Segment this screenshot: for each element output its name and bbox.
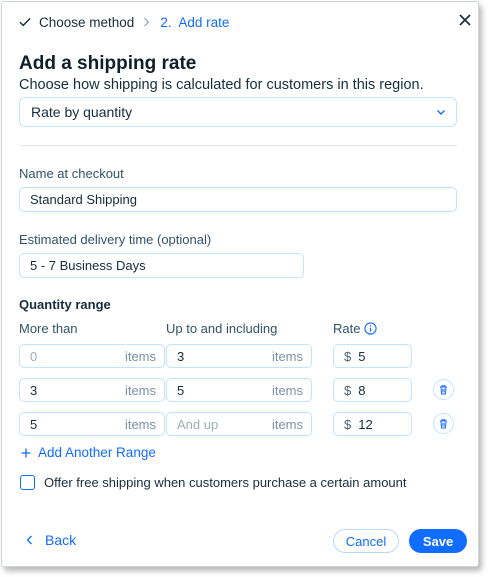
calculation-method-value: Rate by quantity bbox=[31, 104, 133, 120]
back-button-label: Back bbox=[45, 532, 77, 548]
free-shipping-option: Offer free shipping when customers purch… bbox=[20, 475, 407, 490]
delivery-time-label: Estimated delivery time (optional) bbox=[19, 232, 212, 247]
add-shipping-rate-dialog: Choose method 2. Add rate Add a shipping… bbox=[1, 1, 479, 567]
column-header-more-than: More than bbox=[19, 321, 78, 336]
range-row-3-more-than-input[interactable]: 5 items bbox=[19, 412, 165, 436]
trash-icon bbox=[440, 385, 447, 395]
name-at-checkout-label: Name at checkout bbox=[19, 166, 124, 181]
range-row-2-up-to-unit: items bbox=[271, 383, 303, 398]
cancel-button[interactable]: Cancel bbox=[333, 529, 399, 553]
range-row-2-currency: $ bbox=[344, 382, 352, 398]
section-divider bbox=[19, 145, 457, 146]
quantity-range-heading: Quantity range bbox=[19, 297, 111, 312]
breadcrumb: Choose method 2. Add rate bbox=[19, 14, 229, 30]
range-row-3-currency: $ bbox=[344, 416, 352, 432]
range-row-3-up-to-input[interactable]: And up items bbox=[166, 412, 312, 436]
range-row-2-more-than-value: 3 bbox=[30, 382, 38, 398]
name-at-checkout-value: Standard Shipping bbox=[30, 192, 137, 207]
range-row-3-more-than-value: 5 bbox=[30, 416, 38, 432]
range-row-1-up-to-unit: items bbox=[271, 349, 303, 364]
breadcrumb-step-choose-method[interactable]: Choose method bbox=[19, 15, 134, 30]
back-button[interactable]: Back bbox=[26, 532, 76, 548]
range-row-1-more-than-unit: items bbox=[124, 349, 156, 364]
range-row-2-rate-value: 8 bbox=[358, 382, 366, 398]
chevron-right-icon bbox=[143, 17, 150, 27]
chevron-down-icon bbox=[435, 106, 447, 118]
page-subtitle: Choose how shipping is calculated for cu… bbox=[19, 77, 424, 93]
range-row-2-up-to-input[interactable]: 5 items bbox=[166, 378, 312, 402]
save-button[interactable]: Save bbox=[409, 529, 467, 553]
breadcrumb-step-choose-method-label: Choose method bbox=[39, 14, 135, 30]
calculation-method-select[interactable]: Rate by quantity bbox=[19, 97, 457, 127]
range-row-1-currency: $ bbox=[344, 348, 352, 364]
delivery-time-input[interactable]: 5 - 7 Business Days bbox=[19, 253, 304, 278]
range-row-2-rate-input[interactable]: $ 8 bbox=[333, 378, 412, 402]
delete-range-row-3-button[interactable] bbox=[433, 413, 454, 434]
trash-icon bbox=[440, 419, 447, 429]
check-icon bbox=[19, 17, 31, 27]
free-shipping-checkbox[interactable] bbox=[20, 475, 35, 490]
range-row-1-rate-input[interactable]: $ 5 bbox=[333, 344, 412, 368]
free-shipping-label: Offer free shipping when customers purch… bbox=[44, 475, 407, 490]
page-title: Add a shipping rate bbox=[19, 53, 197, 74]
column-header-rate: Rate bbox=[333, 321, 378, 336]
info-icon[interactable] bbox=[364, 322, 378, 335]
range-row-3-rate-value: 12 bbox=[358, 416, 373, 432]
range-row-2-up-to-value: 5 bbox=[177, 382, 185, 398]
range-row-2-more-than-input[interactable]: 3 items bbox=[19, 378, 165, 402]
column-header-rate-label: Rate bbox=[333, 321, 361, 336]
close-icon[interactable] bbox=[457, 12, 473, 28]
range-row-3-up-to-value: And up bbox=[177, 416, 219, 432]
delete-range-row-2-button[interactable] bbox=[433, 379, 454, 400]
add-another-range-button[interactable]: Add Another Range bbox=[21, 445, 156, 460]
range-row-1-more-than-input[interactable]: 0 items bbox=[19, 344, 165, 368]
range-row-3-rate-input[interactable]: $ 12 bbox=[333, 412, 412, 436]
range-row-1-up-to-input[interactable]: 3 items bbox=[166, 344, 312, 368]
range-row-3-up-to-unit: items bbox=[271, 417, 303, 432]
breadcrumb-step-add-rate: 2. Add rate bbox=[160, 14, 230, 30]
range-row-3-more-than-unit: items bbox=[124, 417, 156, 432]
delivery-time-value: 5 - 7 Business Days bbox=[30, 258, 146, 273]
range-row-2-more-than-unit: items bbox=[124, 383, 156, 398]
name-at-checkout-input[interactable]: Standard Shipping bbox=[19, 187, 457, 212]
chevron-left-icon bbox=[26, 535, 32, 545]
range-row-1-rate-value: 5 bbox=[358, 348, 366, 364]
add-another-range-label: Add Another Range bbox=[38, 445, 156, 460]
plus-icon bbox=[21, 448, 31, 457]
column-header-up-to: Up to and including bbox=[166, 321, 278, 336]
range-row-1-up-to-value: 3 bbox=[177, 348, 185, 364]
range-row-1-more-than-value: 0 bbox=[30, 348, 38, 364]
